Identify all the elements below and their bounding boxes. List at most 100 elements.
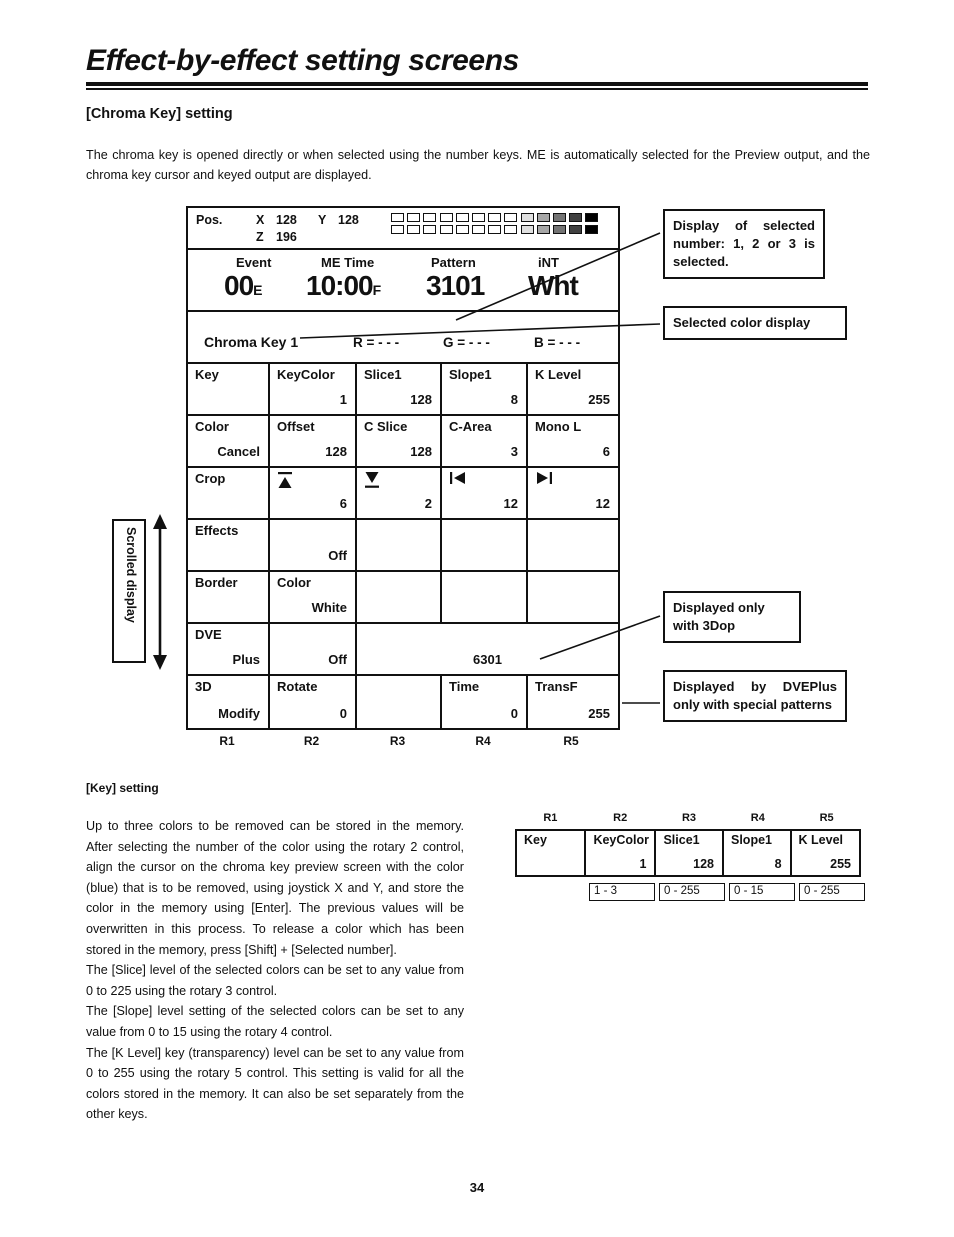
key-table-rotary-label: R2 bbox=[613, 812, 628, 824]
panel-cell[interactable]: Offset 128 bbox=[270, 416, 357, 466]
row-effects: Effects Off bbox=[188, 520, 618, 572]
panel-cell[interactable]: Mono L 6 bbox=[528, 416, 618, 466]
panel-cell[interactable]: 6301 bbox=[357, 624, 618, 674]
panel-cell[interactable] bbox=[357, 676, 442, 728]
panel-cell-label: KeyColor bbox=[277, 367, 335, 382]
panel-cell[interactable]: Off bbox=[270, 624, 357, 674]
panel-cell-value: White bbox=[311, 600, 347, 615]
level-bar-segment bbox=[536, 213, 550, 222]
level-bar-graph bbox=[391, 213, 599, 237]
panel-cell-value: 12 bbox=[595, 496, 610, 511]
panel-cell[interactable] bbox=[357, 572, 442, 622]
level-bar-segment bbox=[423, 225, 437, 234]
key-table-cell-label: K Level bbox=[798, 833, 844, 847]
panel-cell[interactable]: Border bbox=[188, 572, 270, 622]
panel-cell-label: Color bbox=[277, 575, 311, 590]
level-bar-segment bbox=[520, 213, 534, 222]
key-table-cell-label: Slope1 bbox=[731, 833, 772, 847]
panel-cell[interactable]: KeyColor 1 bbox=[270, 364, 357, 414]
level-bar-segment bbox=[585, 225, 599, 234]
rotary-label: R2 bbox=[303, 734, 320, 748]
panel-cell-value: 0 bbox=[510, 706, 518, 721]
key-table-rotary-label: R5 bbox=[819, 812, 834, 824]
me-time-label: ME Time bbox=[321, 255, 375, 270]
key-table-cell-label: Slice1 bbox=[663, 833, 700, 847]
panel-cell[interactable]: TransF 255 bbox=[528, 676, 618, 728]
level-bar-segment bbox=[552, 225, 566, 234]
panel-chroma-row: Chroma Key 1 R = - - - G = - - - B = - -… bbox=[188, 312, 618, 364]
me-time-value: 10:00F bbox=[306, 270, 381, 301]
panel-cell[interactable] bbox=[442, 520, 528, 570]
title-rule-thin bbox=[86, 88, 868, 90]
pos-x-value: 128 bbox=[276, 213, 297, 227]
panel-cell[interactable]: Slice1 128 bbox=[357, 364, 442, 414]
key-table-rotary-label: R4 bbox=[750, 812, 765, 824]
key-table-cell[interactable]: Slice1 128 bbox=[656, 831, 724, 875]
level-bar-segment bbox=[520, 225, 534, 234]
key-table-cell[interactable]: KeyColor 1 bbox=[586, 831, 657, 875]
page: Effect-by-effect setting screens [Chroma… bbox=[0, 0, 954, 1237]
panel-cell[interactable]: 12 bbox=[442, 468, 528, 518]
level-bar-segment bbox=[391, 225, 404, 234]
panel-cell[interactable]: Time 0 bbox=[442, 676, 528, 728]
panel-cell-value: 12 bbox=[503, 496, 518, 511]
level-bar-segment bbox=[504, 213, 518, 222]
panel-cell[interactable]: 2 bbox=[357, 468, 442, 518]
chroma-r-value: R = - - - bbox=[353, 335, 400, 350]
panel-cell[interactable]: Color White bbox=[270, 572, 357, 622]
panel-cell[interactable]: 3D Modify bbox=[188, 676, 270, 728]
panel-cell-value: 2 bbox=[424, 496, 432, 511]
panel-cell-label: DVE bbox=[195, 627, 222, 642]
key-setting-paragraph: The [Slice] level of the selected colors… bbox=[86, 963, 464, 998]
panel-cell-label: Mono L bbox=[535, 419, 582, 434]
panel-cell[interactable]: 12 bbox=[528, 468, 618, 518]
panel-cell[interactable]: Effects bbox=[188, 520, 270, 570]
key-table-cell-label: Key bbox=[524, 833, 547, 847]
panel-cell-value: 255 bbox=[588, 706, 610, 721]
panel-cell[interactable]: K Level 255 bbox=[528, 364, 618, 414]
key-table-rotary-label: R3 bbox=[681, 812, 697, 824]
row-key: Key KeyColor 1 Slice1 128 Slope1 8 K Level 255 bbox=[188, 364, 618, 416]
panel-cell-label: C Slice bbox=[364, 419, 408, 434]
panel-cell-label: Slope1 bbox=[449, 367, 492, 382]
key-table-rotary-label: R1 bbox=[543, 812, 558, 824]
panel-cell[interactable] bbox=[357, 520, 442, 570]
panel-cell[interactable]: Slope1 8 bbox=[442, 364, 528, 414]
panel-cell-value: Off bbox=[328, 548, 347, 563]
panel-cell[interactable]: Key bbox=[188, 364, 270, 414]
key-table-cell[interactable]: K Level 255 bbox=[792, 831, 859, 875]
key-table-cell[interactable]: Key bbox=[517, 831, 587, 875]
level-bar-row-bottom bbox=[391, 225, 599, 234]
panel-cell-value: 0 bbox=[339, 706, 347, 721]
panel-cell[interactable]: C Slice 128 bbox=[357, 416, 442, 466]
panel-cell[interactable] bbox=[528, 572, 618, 622]
section-heading: [Chroma Key] setting bbox=[86, 106, 233, 122]
event-unit: E bbox=[253, 282, 262, 298]
event-label: Event bbox=[236, 255, 272, 270]
panel-cell[interactable]: Rotate 0 bbox=[270, 676, 357, 728]
panel-cell-label: Effects bbox=[195, 523, 239, 538]
key-table-cell[interactable]: Slope1 8 bbox=[724, 831, 792, 875]
panel-cell[interactable]: C-Area 3 bbox=[442, 416, 528, 466]
key-table-cell-value: 8 bbox=[774, 857, 782, 871]
key-table-range: 1 - 3 bbox=[589, 883, 655, 901]
crop-up-icon bbox=[277, 471, 293, 489]
panel-cell[interactable]: Color Cancel bbox=[188, 416, 270, 466]
panel-cell[interactable] bbox=[442, 572, 528, 622]
panel-cell[interactable]: 6 bbox=[270, 468, 357, 518]
panel-cell-value: 255 bbox=[588, 392, 610, 407]
level-bar-segment bbox=[536, 225, 550, 234]
level-bar-row-top bbox=[391, 213, 599, 222]
scrolled-display-box: Scrolled display bbox=[112, 519, 146, 663]
panel-cell-value: Modify bbox=[218, 706, 260, 721]
level-bar-segment bbox=[488, 213, 502, 222]
panel-cell[interactable]: DVE Plus bbox=[188, 624, 270, 674]
row-3d: 3D Modify Rotate 0 Time 0 TransF 255 bbox=[188, 676, 618, 728]
chroma-key-name: Chroma Key 1 bbox=[204, 334, 299, 350]
level-bar-segment bbox=[471, 225, 485, 234]
panel-cell[interactable]: Off bbox=[270, 520, 357, 570]
panel-cell[interactable] bbox=[528, 520, 618, 570]
panel-cell[interactable]: Crop bbox=[188, 468, 270, 518]
panel-cell-value: 128 bbox=[410, 444, 432, 459]
row-crop: Crop 6 2 12 12 bbox=[188, 468, 618, 520]
